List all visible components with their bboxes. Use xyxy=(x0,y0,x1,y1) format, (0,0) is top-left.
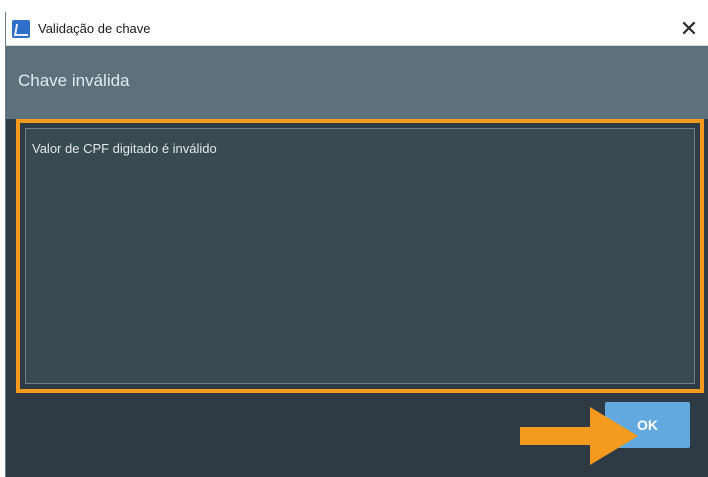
message-text: Valor de CPF digitado é inválido xyxy=(32,141,217,156)
screenshot-frame: Validação de chave ✕ Chave inválida Valo… xyxy=(0,0,708,477)
app-icon xyxy=(12,19,30,38)
title-bar: Validação de chave ✕ xyxy=(6,12,708,46)
message-highlight: Valor de CPF digitado é inválido xyxy=(16,119,704,393)
window-title: Validação de chave xyxy=(38,21,151,36)
close-icon[interactable]: ✕ xyxy=(676,16,702,42)
dialog-heading: Chave inválida xyxy=(18,71,130,90)
arrow-right-icon xyxy=(520,407,638,465)
arrow-shape xyxy=(520,407,638,465)
message-box[interactable]: Valor de CPF digitado é inválido xyxy=(25,128,695,384)
dialog-header: Chave inválida xyxy=(6,46,708,119)
